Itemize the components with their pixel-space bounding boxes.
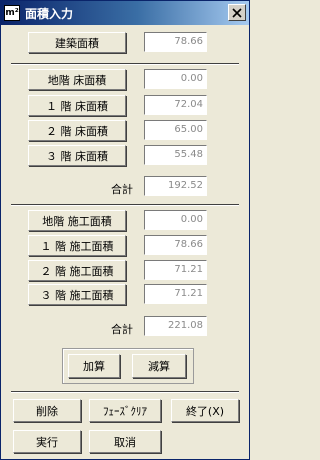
- close-button[interactable]: [228, 4, 246, 21]
- delete-button[interactable]: 削除: [13, 399, 81, 422]
- construction-area-total-field: 221.08: [144, 316, 207, 336]
- basement-floor-area-button[interactable]: 地階 床面積: [28, 69, 126, 90]
- floor1-floor-area-button[interactable]: １ 階 床面積: [28, 95, 126, 116]
- separator: [11, 204, 239, 206]
- floor2-floor-area-button[interactable]: ２ 階 床面積: [28, 120, 126, 141]
- add-button[interactable]: 加算: [68, 354, 120, 378]
- separator: [11, 63, 239, 65]
- exit-button[interactable]: 終了(X): [171, 399, 239, 422]
- floor-area-total-label: 合計: [111, 183, 133, 196]
- phase-clear-button[interactable]: ﾌｪｰｽﾞｸﾘｱ: [89, 399, 161, 422]
- basement-floor-area-field[interactable]: 0.00: [144, 69, 207, 89]
- basement-construction-area-field[interactable]: 0.00: [144, 210, 207, 230]
- app-icon: m²: [4, 5, 20, 21]
- title-bar[interactable]: m² 面積入力: [1, 1, 249, 25]
- cancel-button[interactable]: 取消: [89, 430, 161, 453]
- floor-area-total-field: 192.52: [144, 176, 207, 196]
- window-title: 面積入力: [25, 7, 74, 21]
- separator: [11, 391, 239, 393]
- floor3-construction-area-button[interactable]: ３ 階 施工面積: [28, 284, 126, 305]
- floor1-construction-area-field[interactable]: 78.66: [144, 235, 207, 255]
- subtract-button[interactable]: 減算: [132, 354, 186, 378]
- area-input-window: m² 面積入力 建築面積 78.66 地階 床面積 0.00 １ 階 床面積 7…: [0, 0, 250, 460]
- close-icon: [232, 7, 242, 18]
- floor3-floor-area-button[interactable]: ３ 階 床面積: [28, 145, 126, 166]
- execute-button[interactable]: 実行: [13, 430, 81, 453]
- building-area-button[interactable]: 建築面積: [28, 32, 126, 53]
- building-area-field[interactable]: 78.66: [144, 32, 207, 52]
- floor3-floor-area-field[interactable]: 55.48: [144, 145, 207, 165]
- basement-construction-area-button[interactable]: 地階 施工面積: [28, 210, 126, 231]
- floor2-construction-area-field[interactable]: 71.21: [144, 260, 207, 280]
- floor3-construction-area-field[interactable]: 71.21: [144, 284, 207, 304]
- floor1-floor-area-field[interactable]: 72.04: [144, 95, 207, 115]
- floor2-construction-area-button[interactable]: ２ 階 施工面積: [28, 260, 126, 281]
- floor2-floor-area-field[interactable]: 65.00: [144, 120, 207, 140]
- construction-area-total-label: 合計: [111, 323, 133, 336]
- floor1-construction-area-button[interactable]: １ 階 施工面積: [28, 235, 126, 256]
